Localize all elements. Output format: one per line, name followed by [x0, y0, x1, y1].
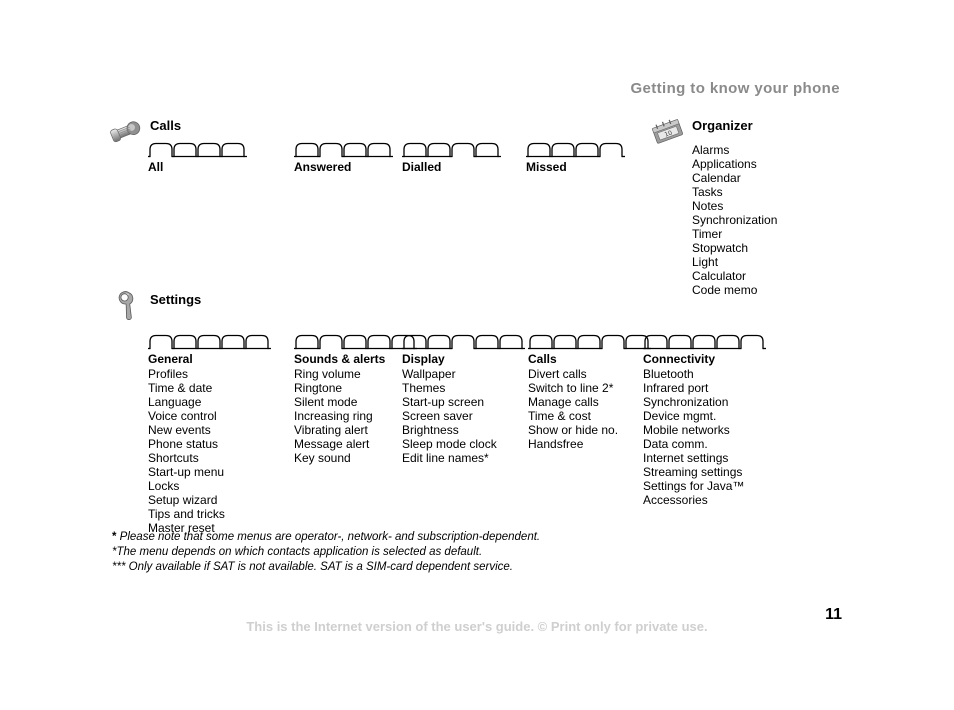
- settings-menu-item: New events: [148, 423, 211, 437]
- tab-strip-graphic: [526, 142, 630, 159]
- settings-column-general: General Profiles Time & date Language Voice …: [148, 334, 276, 535]
- settings-menu-item: Themes: [402, 381, 446, 395]
- settings-column-title: Connectivity: [643, 352, 716, 366]
- organizer-section: 10 Organizer Alarms Applications Calendar T…: [650, 118, 777, 297]
- settings-menu-item: Switch to line 2*: [528, 381, 614, 395]
- settings-menu-item: Infrared port: [643, 381, 709, 395]
- footnote: *** Only available if SAT is not availab…: [112, 560, 540, 575]
- organizer-section-title: Organizer: [692, 118, 753, 133]
- footnotes: * Please note that some menus are operat…: [112, 530, 540, 575]
- tab-strip-graphic: [148, 142, 252, 159]
- organizer-menu-item: Tasks: [692, 185, 723, 199]
- organizer-menu-item: Applications: [692, 157, 757, 171]
- organizer-icon: 10: [650, 116, 688, 146]
- calls-tab-caption: Answered: [294, 160, 352, 174]
- settings-menu-item: Edit line names*: [402, 451, 489, 465]
- phone-handset-icon: [108, 116, 146, 146]
- settings-menu-item: Handsfree: [528, 437, 584, 451]
- organizer-menu-item: Stopwatch: [692, 241, 749, 255]
- footer-note: This is the Internet version of the user…: [246, 619, 708, 634]
- footnote-text: *** Only available if SAT is not availab…: [112, 561, 513, 573]
- organizer-menu-item: Timer: [692, 227, 723, 241]
- settings-menu-item: Mobile networks: [643, 423, 730, 437]
- footnote: *The menu depends on which contacts appl…: [112, 545, 540, 560]
- settings-menu-item: Device mgmt.: [643, 409, 717, 423]
- settings-column-title: General: [148, 352, 193, 366]
- organizer-menu-item: Calculator: [692, 269, 747, 283]
- organizer-menu-item: Code memo: [692, 283, 758, 297]
- settings-menu-item: Shortcuts: [148, 451, 199, 465]
- calls-tab-caption: All: [148, 160, 164, 174]
- calls-tab-caption: Dialled: [402, 160, 442, 174]
- organizer-section-head: 10 Organizer: [650, 118, 777, 144]
- settings-column-connectivity: Connectivity Bluetooth Infrared port Synchr…: [643, 334, 771, 507]
- settings-menu-item: Show or hide no.: [528, 423, 619, 437]
- settings-menu-item: Time & date: [148, 381, 213, 395]
- wrench-icon: [108, 290, 146, 320]
- page-title: Getting to know your phone: [630, 80, 840, 97]
- tab-strip-graphic: [294, 142, 398, 159]
- tab-strip-graphic: [402, 334, 530, 351]
- settings-menu-item: Voice control: [148, 409, 217, 423]
- settings-menu-list: Bluetooth Infrared port Synchronization Dev…: [643, 367, 771, 507]
- settings-menu-item: Time & cost: [528, 409, 591, 423]
- settings-column-title: Display: [402, 352, 445, 366]
- settings-menu-list: Profiles Time & date Language Voice control…: [148, 367, 276, 535]
- settings-menu-item: Phone status: [148, 437, 219, 451]
- settings-menu-item: Accessories: [643, 493, 708, 507]
- tab-strip-graphic: [643, 334, 771, 351]
- settings-menu-item: Start-up menu: [148, 465, 225, 479]
- footnote-text: Please note that some menus are operator…: [116, 531, 541, 543]
- settings-menu-item: Screen saver: [402, 409, 473, 423]
- settings-column-title: Calls: [528, 352, 557, 366]
- settings-menu-item: Brightness: [402, 423, 459, 437]
- settings-menu-item: Tips and tricks: [148, 507, 225, 521]
- organizer-menu-item: Light: [692, 255, 719, 269]
- settings-menu-item: Synchronization: [643, 395, 729, 409]
- calls-tab-group-answered: Answered: [294, 142, 398, 174]
- settings-menu-item: Wallpaper: [402, 367, 456, 381]
- settings-column-display: Display Wallpaper Themes Start-up screen Scr…: [402, 334, 530, 465]
- settings-menu-item: Language: [148, 395, 202, 409]
- page-number: 11: [825, 606, 842, 623]
- settings-column-calls: Calls Divert calls Switch to line 2* Manage…: [528, 334, 656, 451]
- calls-section-title: Calls: [150, 118, 182, 133]
- settings-menu-list: Divert calls Switch to line 2* Manage call…: [528, 367, 656, 451]
- tab-strip-graphic: [528, 334, 656, 351]
- settings-menu-item: Streaming settings: [643, 465, 743, 479]
- settings-menu-item: Internet settings: [643, 451, 729, 465]
- calls-tab-group-all: All: [148, 142, 252, 174]
- settings-menu-item: Sleep mode clock: [402, 437, 497, 451]
- tab-strip-graphic: [148, 334, 276, 351]
- calls-tab-group-dialled: Dialled: [402, 142, 506, 174]
- organizer-menu-item: Synchronization: [692, 213, 778, 227]
- settings-menu-item: Bluetooth: [643, 367, 694, 381]
- calls-tab-group-missed: Missed: [526, 142, 630, 174]
- settings-section-title: Settings: [150, 292, 202, 307]
- settings-menu-list: Wallpaper Themes Start-up screen Screen sav…: [402, 367, 530, 465]
- organizer-menu-list: Alarms Applications Calendar Tasks Notes Sync…: [692, 143, 777, 297]
- settings-menu-item: Locks: [148, 479, 180, 493]
- settings-menu-item: Data comm.: [643, 437, 708, 451]
- settings-menu-item: Setup wizard: [148, 493, 218, 507]
- settings-menu-item: Start-up screen: [402, 395, 485, 409]
- footnote: * Please note that some menus are operat…: [112, 530, 540, 545]
- footnote-text: *The menu depends on which contacts appl…: [112, 546, 483, 558]
- organizer-menu-item: Alarms: [692, 143, 730, 157]
- calls-tab-caption: Missed: [526, 160, 567, 174]
- organizer-menu-item: Notes: [692, 199, 724, 213]
- settings-menu-item: Profiles: [148, 367, 189, 381]
- settings-menu-item: Settings for Java™: [643, 479, 745, 493]
- tab-strip-graphic: [402, 142, 506, 159]
- organizer-menu-item: Calendar: [692, 171, 741, 185]
- settings-menu-item: Divert calls: [528, 367, 587, 381]
- settings-menu-item: Manage calls: [528, 395, 599, 409]
